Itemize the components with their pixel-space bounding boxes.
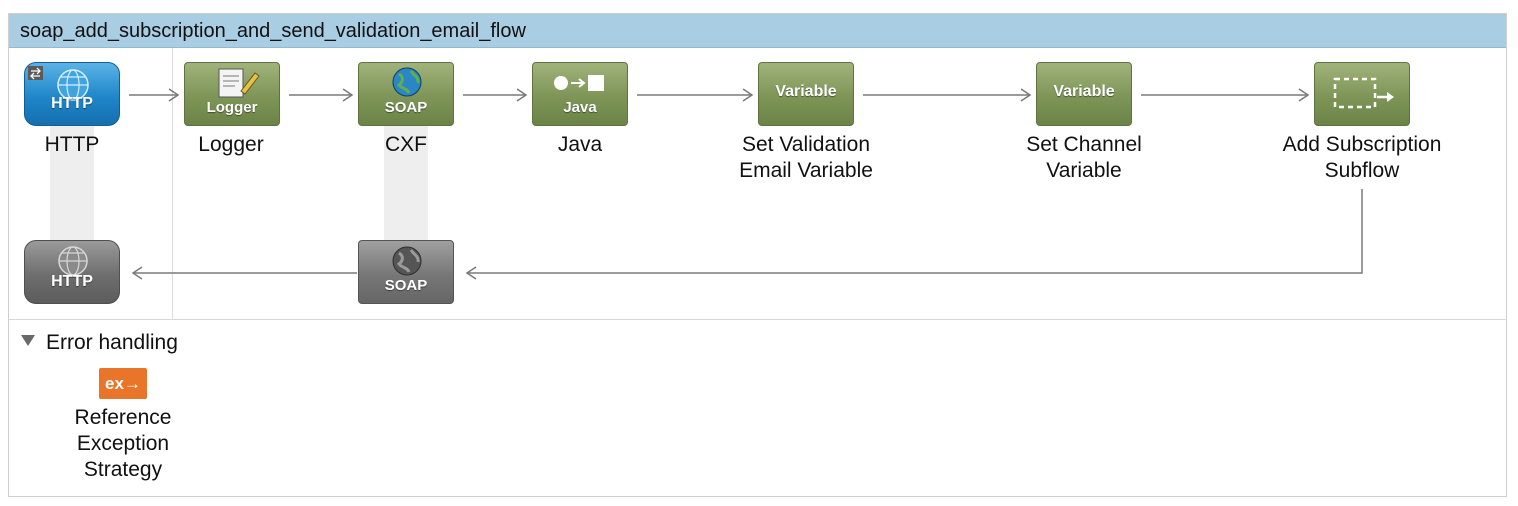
set-validation-tile-text: Variable — [775, 83, 837, 100]
exception-strategy-icon[interactable]: ex→ — [99, 368, 147, 399]
set-validation-label-line1: Set Validation — [741, 133, 871, 156]
add-subscription-label-line1: Add Subscription — [1282, 133, 1442, 156]
set-channel-label-line1: Set Channel — [1026, 133, 1142, 156]
cxf-tile-text: SOAP — [384, 99, 428, 116]
cxf-response-node[interactable]: SOAP — [358, 240, 454, 304]
http-response-node[interactable]: HTTP — [24, 240, 120, 304]
dashed-box-arrow-icon — [1333, 77, 1394, 109]
exception-strategy-line1: Reference — [74, 406, 172, 429]
exception-strategy-line2: Exception — [76, 432, 170, 455]
set-channel-label-line2: Variable — [1046, 159, 1122, 182]
error-handling-divider — [9, 319, 1506, 320]
java-tile-text: Java — [563, 99, 597, 116]
http-response-tile-text: HTTP — [51, 273, 93, 290]
add-subscription-label: Add Subscription Subflow — [1252, 132, 1472, 184]
exception-strategy-line3: Strategy — [83, 458, 163, 481]
set-channel-tile-text: Variable — [1053, 83, 1115, 100]
cxf-response-tile-text: SOAP — [384, 277, 428, 294]
add-subscription-flow-ref-node[interactable] — [1314, 62, 1410, 126]
add-subscription-label-line2: Subflow — [1324, 159, 1400, 182]
exception-strategy-label: Reference Exception Strategy — [13, 405, 233, 483]
set-channel-label: Set Channel Variable — [974, 132, 1194, 184]
http-listener-node[interactable]: HTTP — [24, 62, 120, 126]
set-validation-label: Set Validation Email Variable — [696, 132, 916, 184]
globe-icon — [392, 246, 422, 276]
set-channel-variable-node[interactable]: Variable — [1036, 62, 1132, 126]
java-node[interactable]: Java — [532, 62, 628, 126]
error-handling-collapse-icon[interactable] — [21, 335, 35, 346]
cxf-node[interactable]: SOAP — [358, 62, 454, 126]
circle-arrow-square-icon — [554, 75, 604, 91]
flow-title[interactable]: soap_add_subscription_and_send_validatio… — [9, 14, 1506, 48]
set-validation-variable-node[interactable]: Variable — [758, 62, 854, 126]
source-divider — [172, 48, 173, 320]
notepad-pencil-icon — [218, 68, 260, 98]
set-validation-label-line2: Email Variable — [739, 159, 873, 182]
java-label: Java — [557, 133, 603, 156]
http-tile-text: HTTP — [51, 95, 93, 112]
globe-icon — [392, 67, 422, 97]
logger-node[interactable]: Logger — [184, 62, 280, 126]
logger-tile-text: Logger — [206, 99, 258, 116]
error-handling-title[interactable]: Error handling — [46, 330, 178, 356]
